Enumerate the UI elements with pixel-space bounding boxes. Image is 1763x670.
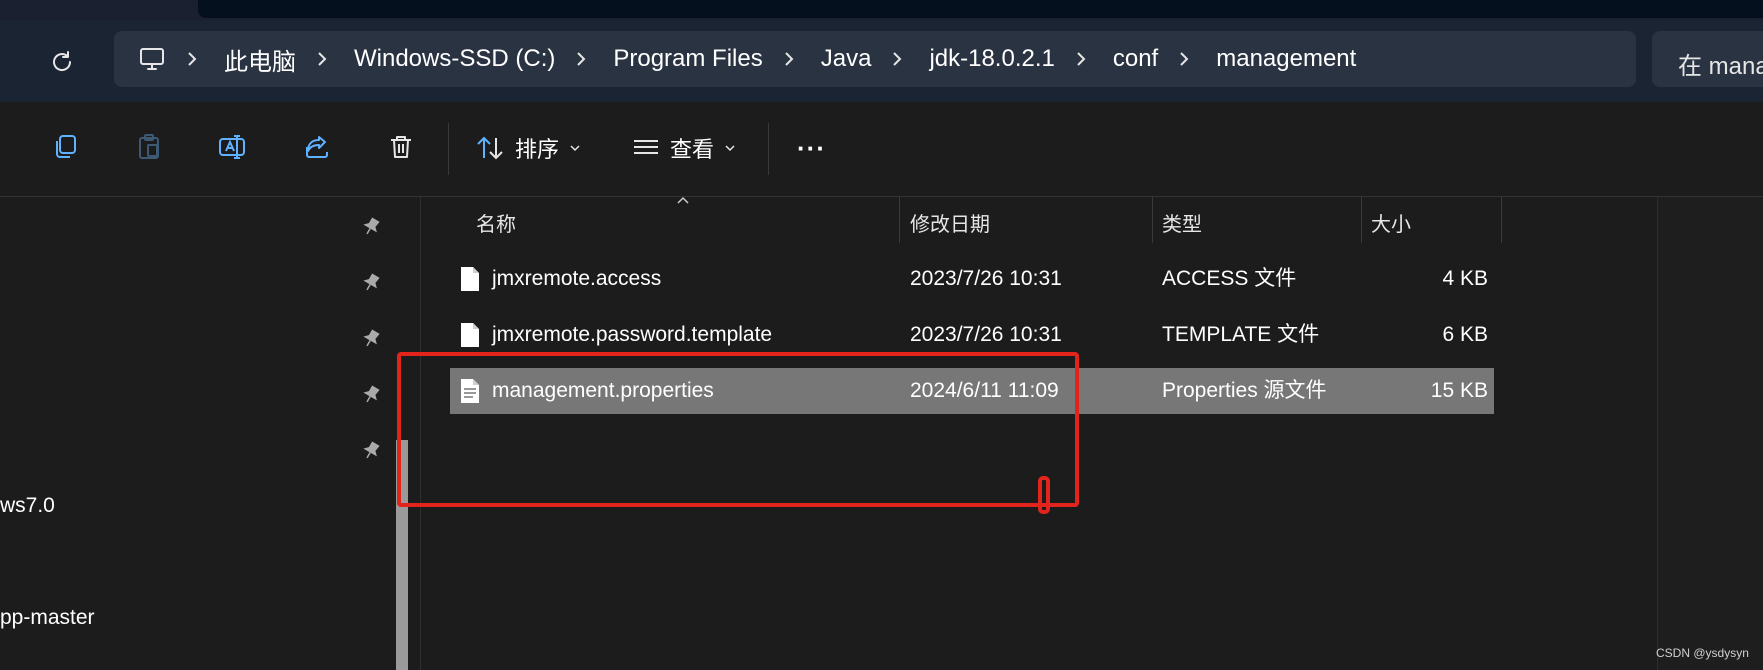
sort-up-icon (677, 196, 689, 204)
title-strip-tab (198, 0, 1763, 18)
sort-button[interactable]: 排序 (475, 128, 581, 168)
share-button[interactable] (300, 130, 334, 164)
chevron-right-icon[interactable] (1178, 51, 1190, 67)
chevron-right-icon[interactable] (316, 51, 328, 67)
column-header-type[interactable]: 类型 (1162, 208, 1202, 237)
column-header-size[interactable]: 大小 (1371, 208, 1411, 237)
details-pane (1658, 197, 1763, 670)
view-list-icon (634, 140, 658, 154)
file-size: 15 KB (1430, 379, 1488, 402)
trash-icon (391, 136, 411, 158)
share-icon (306, 136, 328, 158)
file-size: 4 KB (1442, 267, 1488, 290)
search-placeholder: 在 mana (1678, 53, 1763, 80)
chevron-right-icon[interactable] (891, 51, 903, 67)
paste-icon (139, 134, 159, 159)
breadcrumb: 此电脑 Windows-SSD (C:) Program Files Java … (114, 31, 1356, 87)
annotation-cursor-mark (1038, 476, 1050, 514)
breadcrumb-item-management[interactable]: management (1216, 45, 1356, 73)
column-divider[interactable] (899, 197, 900, 243)
chevron-right-icon[interactable] (575, 51, 587, 67)
rename-icon (219, 135, 245, 159)
delete-button[interactable] (384, 130, 418, 164)
breadcrumb-item-conf[interactable]: conf (1113, 45, 1158, 73)
file-icon (461, 323, 479, 347)
toolbar-divider (448, 123, 449, 175)
file-type: ACCESS 文件 (1162, 267, 1297, 290)
paste-button[interactable] (132, 130, 166, 164)
chevron-down-icon (725, 145, 735, 152)
pin-icon[interactable] (360, 216, 382, 238)
navigation-pane (0, 197, 420, 670)
file-modified: 2023/7/26 10:31 (910, 267, 1062, 290)
search-input[interactable]: 在 mana (1652, 31, 1763, 87)
column-divider[interactable] (1152, 197, 1153, 243)
refresh-icon (53, 51, 72, 71)
more-options-button[interactable]: ··· (797, 128, 826, 168)
annotation-highlight-box (397, 352, 1079, 507)
file-type: TEMPLATE 文件 (1162, 323, 1320, 346)
column-header-modified[interactable]: 修改日期 (910, 208, 990, 237)
watermark: CSDN @ysdysyn (1656, 646, 1749, 660)
file-size: 6 KB (1442, 323, 1488, 346)
chevron-right-icon[interactable] (186, 51, 198, 67)
breadcrumb-item-java[interactable]: Java (821, 45, 872, 73)
nav-item-pp-master[interactable]: pp-master (0, 606, 95, 630)
this-pc-icon[interactable] (138, 45, 166, 73)
breadcrumb-item-this-pc[interactable]: 此电脑 (224, 42, 296, 77)
column-divider[interactable] (1501, 197, 1502, 243)
toolbar-divider (768, 123, 769, 175)
refresh-button[interactable] (42, 42, 82, 82)
column-divider[interactable] (1361, 197, 1362, 243)
file-row[interactable]: jmxremote.access 2023/7/26 10:31 ACCESS … (450, 256, 1494, 302)
breadcrumb-item-program-files[interactable]: Program Files (613, 45, 762, 73)
sort-label: 排序 (515, 137, 560, 162)
file-name: jmxremote.access (492, 267, 662, 290)
address-bar[interactable]: 此电脑 Windows-SSD (C:) Program Files Java … (114, 31, 1636, 87)
command-bar (0, 102, 1763, 197)
more-icon: ··· (797, 132, 826, 163)
rename-button[interactable] (216, 130, 250, 164)
copy-button[interactable] (48, 130, 82, 164)
pin-icon[interactable] (360, 272, 382, 294)
pin-icon[interactable] (360, 384, 382, 406)
chevron-right-icon[interactable] (1075, 51, 1087, 67)
chevron-right-icon[interactable] (783, 51, 795, 67)
view-button[interactable]: 查看 (632, 128, 736, 168)
breadcrumb-item-jdk[interactable]: jdk-18.0.2.1 (929, 45, 1054, 73)
breadcrumb-item-drive[interactable]: Windows-SSD (C:) (354, 45, 555, 73)
copy-icon (56, 135, 76, 158)
view-label: 查看 (670, 137, 715, 162)
nav-item-ws7[interactable]: ws7.0 (0, 494, 55, 518)
file-icon (461, 267, 479, 291)
sort-icon (477, 136, 503, 160)
column-header-name[interactable]: 名称 (476, 208, 516, 237)
pin-icon[interactable] (360, 440, 382, 462)
file-type: Properties 源文件 (1162, 379, 1327, 402)
chevron-down-icon (570, 145, 580, 152)
pin-icon[interactable] (360, 328, 382, 350)
